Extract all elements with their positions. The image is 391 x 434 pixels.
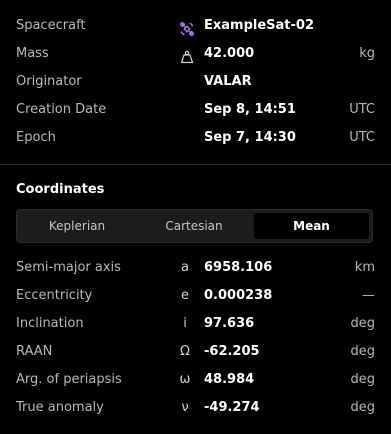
element-row-semi-major-axis: Semi-major axis a 6958.106 km [0, 254, 391, 282]
element-unit: km [354, 260, 375, 275]
element-unit: deg [350, 372, 375, 387]
tab-cartesian[interactable]: Cartesian [137, 213, 251, 239]
element-value: 97.636 [204, 316, 255, 331]
tab-keplerian[interactable]: Keplerian [20, 213, 134, 239]
weight-icon [180, 47, 194, 64]
mass-label: Mass [16, 46, 49, 61]
element-row-true-anomaly: True anomaly ν -49.274 deg [0, 394, 391, 422]
element-unit: deg [350, 400, 375, 415]
element-label: Arg. of periapsis [16, 372, 122, 387]
epoch-unit: UTC [349, 130, 375, 145]
element-symbol: ω [179, 372, 191, 387]
element-label: True anomaly [16, 400, 104, 415]
element-value: 0.000238 [204, 288, 273, 303]
element-label: Eccentricity [16, 288, 93, 303]
element-symbol: Ω [180, 344, 190, 359]
mass-unit: kg [359, 46, 375, 61]
element-symbol: e [181, 288, 189, 303]
spacecraft-label: Spacecraft [16, 18, 86, 33]
spacecraft-row: Spacecraft ExampleSat-02 [0, 12, 391, 40]
originator-row: Originator VALAR [0, 68, 391, 96]
element-label: Inclination [16, 316, 84, 331]
element-symbol: i [183, 316, 187, 331]
creation-date-value: Sep 8, 14:51 [204, 102, 296, 117]
element-row-arg-of-periapsis: Arg. of periapsis ω 48.984 deg [0, 366, 391, 394]
element-symbol: a [181, 260, 189, 275]
tab-mean[interactable]: Mean [254, 213, 369, 239]
spacecraft-value: ExampleSat-02 [204, 18, 314, 33]
element-row-eccentricity: Eccentricity e 0.000238 — [0, 282, 391, 310]
element-unit: — [362, 288, 375, 303]
element-unit: deg [350, 316, 375, 331]
element-row-raan: RAAN Ω -62.205 deg [0, 338, 391, 366]
epoch-value: Sep 7, 14:30 [204, 130, 296, 145]
element-label: RAAN [16, 344, 53, 359]
coordinate-type-tabs: Keplerian Cartesian Mean [16, 209, 373, 243]
creation-date-unit: UTC [349, 102, 375, 117]
element-value: -62.205 [204, 344, 260, 359]
creation-date-label: Creation Date [16, 102, 107, 117]
element-value: -49.274 [204, 400, 260, 415]
mass-row: Mass 42.000 kg [0, 40, 391, 68]
mass-value: 42.000 [204, 46, 255, 61]
element-label: Semi-major axis [16, 260, 121, 275]
originator-label: Originator [16, 74, 82, 89]
coordinates-title: Coordinates [16, 182, 105, 197]
element-row-inclination: Inclination i 97.636 deg [0, 310, 391, 338]
element-symbol: ν [181, 400, 189, 415]
epoch-label: Epoch [16, 130, 56, 145]
satellite-icon [179, 19, 195, 37]
element-unit: deg [350, 344, 375, 359]
element-value: 48.984 [204, 372, 255, 387]
creation-date-row: Creation Date Sep 8, 14:51 UTC [0, 96, 391, 124]
epoch-row: Epoch Sep 7, 14:30 UTC [0, 124, 391, 152]
element-value: 6958.106 [204, 260, 273, 275]
section-divider [0, 164, 391, 165]
originator-value: VALAR [204, 74, 252, 89]
